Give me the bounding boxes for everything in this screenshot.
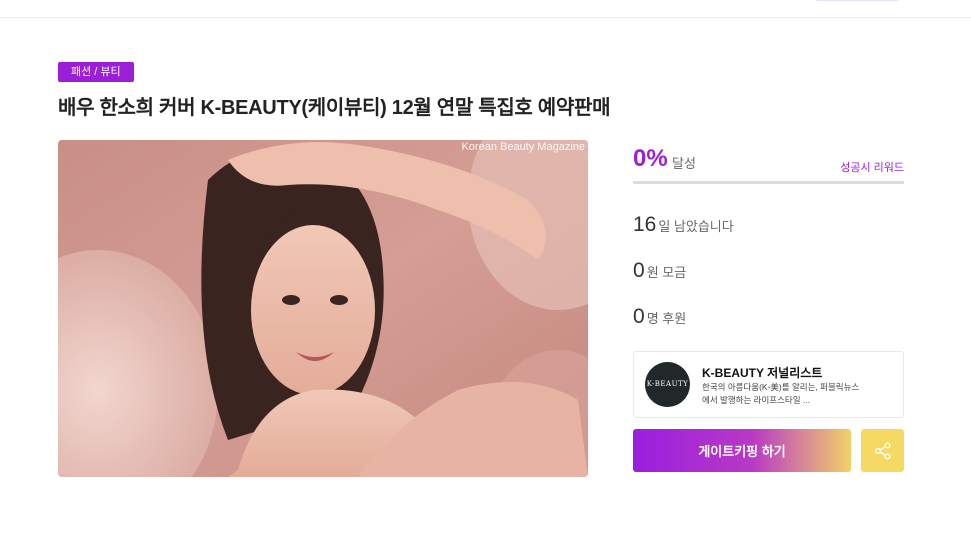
- funding-percent-label: 달성: [672, 156, 696, 171]
- amount-raised-unit: 원 모금: [646, 264, 687, 280]
- hero-caption: Korean Beauty Magazine: [461, 141, 585, 153]
- cover-photo-illustration: [58, 140, 588, 477]
- gatekeeping-button[interactable]: 게이트키핑 하기: [633, 429, 851, 472]
- funding-progress-bar: [633, 181, 904, 184]
- page-title: 배우 한소희 커버 K-BEAUTY(케이뷰티) 12월 연말 특집호 예약판매: [58, 97, 611, 119]
- reward-link[interactable]: 성공시 리워드: [840, 159, 904, 175]
- backer-count: 0명 후원: [633, 305, 686, 329]
- amount-raised: 0원 모금: [633, 259, 686, 283]
- creator-description: 한국의 아름다움(K-美)를 알리는, 퍼블릭뉴스에서 발행하는 라이프스타일 …: [702, 382, 860, 405]
- top-nav-indicator: [815, 0, 899, 1]
- amount-raised-value: 0: [633, 259, 645, 282]
- top-bar: [0, 0, 971, 18]
- creator-avatar: K-BEAUTY: [645, 362, 690, 407]
- hero-image: Korean Beauty Magazine: [58, 140, 588, 477]
- backer-count-value: 0: [633, 305, 645, 328]
- days-left-value: 16: [633, 213, 657, 236]
- backer-count-unit: 명 후원: [646, 310, 687, 326]
- creator-card[interactable]: K-BEAUTY K-BEAUTY 저널리스트 한국의 아름다움(K-美)를 알…: [633, 351, 904, 418]
- share-icon: [874, 442, 890, 459]
- days-left: 16 일 남았습니다: [633, 213, 734, 237]
- funding-percent: 0%: [633, 145, 668, 172]
- days-left-unit: 일 남았습니다: [658, 218, 734, 234]
- creator-name: K-BEAUTY 저널리스트: [702, 366, 823, 380]
- share-button[interactable]: [861, 429, 904, 472]
- category-badge[interactable]: 패션 / 뷰티: [58, 62, 134, 82]
